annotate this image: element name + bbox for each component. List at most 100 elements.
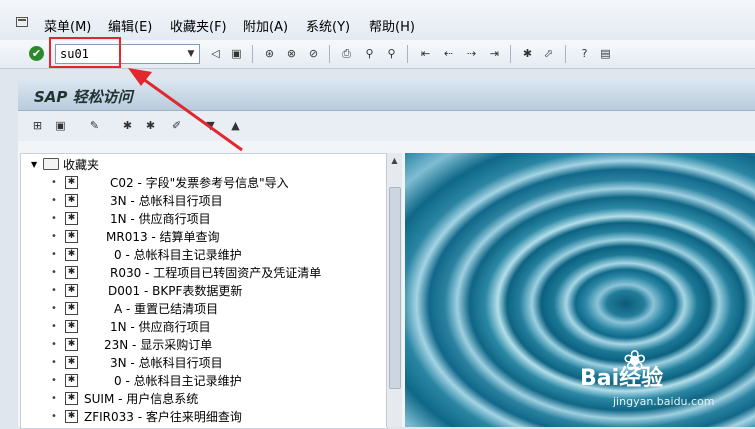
add-folder-icon[interactable]: ⊞ bbox=[30, 118, 45, 133]
bullet-icon: • bbox=[51, 374, 57, 386]
toolbar-separator bbox=[407, 45, 408, 63]
transaction-icon: ✱ bbox=[65, 337, 78, 351]
scroll-up-icon[interactable]: ▲ bbox=[387, 153, 402, 168]
list-item[interactable]: • ✱ 3N - 总帐科目行项目 bbox=[51, 353, 223, 371]
menu-item-system[interactable]: 系统(Y) bbox=[306, 16, 350, 35]
highlight-box bbox=[49, 37, 121, 68]
system-menu-icon[interactable] bbox=[16, 17, 28, 27]
favorites-tree: ▼ 收藏夹 • ✱ C02 - 字段"发票参考号信息"导入 • ✱ 3N - 总帐科目行… bbox=[20, 153, 388, 429]
menu-item-edit[interactable]: 编辑(E) bbox=[108, 16, 152, 35]
list-item-label: 1N - 供应商行项目 bbox=[110, 319, 211, 334]
toolbar-separator bbox=[252, 45, 253, 63]
bullet-icon: • bbox=[51, 230, 57, 242]
enter-check-icon[interactable]: ✔ bbox=[29, 46, 44, 61]
menu-item-help[interactable]: 帮助(H) bbox=[369, 16, 415, 35]
list-item-label: ZFIR033 - 客户往来明细查询 bbox=[84, 409, 242, 424]
menu-bar: 菜单(M) 编辑(E) 收藏夹(F) 附加(A) 系统(Y) 帮助(H) bbox=[0, 0, 755, 41]
menu-item-extras[interactable]: 附加(A) bbox=[243, 16, 288, 35]
create-icon[interactable]: ✱ bbox=[120, 118, 135, 133]
transaction-icon: ✱ bbox=[65, 175, 78, 189]
list-item-label: D001 - BKPF表数据更新 bbox=[108, 283, 243, 298]
bullet-icon: • bbox=[51, 266, 57, 278]
change-icon[interactable]: ✱ bbox=[143, 118, 158, 133]
bullet-icon: • bbox=[51, 338, 57, 350]
watermark-logo: Bai经验 bbox=[580, 366, 664, 391]
move-down-icon[interactable]: ▼ bbox=[203, 118, 218, 133]
transaction-icon: ✱ bbox=[65, 355, 78, 369]
list-item-label: 3N - 总帐科目行项目 bbox=[110, 355, 223, 370]
list-item-label: A - 重置已结清项目 bbox=[114, 301, 219, 316]
transaction-icon: ✱ bbox=[65, 409, 78, 423]
list-item[interactable]: • ✱ D001 - BKPF表数据更新 bbox=[51, 281, 242, 299]
title-band: SAP 轻松访问 bbox=[18, 80, 755, 111]
menu-item-favorites[interactable]: 收藏夹(F) bbox=[170, 16, 227, 35]
save-icon[interactable]: ▣ bbox=[229, 46, 244, 61]
list-item[interactable]: • ✱ C02 - 字段"发票参考号信息"导入 bbox=[51, 173, 289, 191]
list-item[interactable]: • ✱ R030 - 工程项目已转固资产及凭证清单 bbox=[51, 263, 321, 281]
transaction-icon: ✱ bbox=[65, 319, 78, 333]
list-item[interactable]: • ✱ 3N - 总帐科目行项目 bbox=[51, 191, 223, 209]
bullet-icon: • bbox=[51, 194, 57, 206]
bullet-icon: • bbox=[51, 392, 57, 404]
list-item[interactable]: • ✱ 23N - 显示采购订单 bbox=[51, 335, 212, 353]
list-item-label: 23N - 显示采购订单 bbox=[104, 337, 213, 352]
tree-root-label: 收藏夹 bbox=[63, 157, 100, 172]
list-item-label: 1N - 供应商行项目 bbox=[110, 211, 211, 226]
list-item-label: C02 - 字段"发票参考号信息"导入 bbox=[110, 175, 289, 190]
toolbar-separator bbox=[329, 45, 330, 63]
help-icon[interactable]: ? bbox=[577, 46, 592, 61]
scroll-thumb[interactable] bbox=[389, 187, 401, 389]
add-transaction-icon[interactable]: ▣ bbox=[53, 118, 68, 133]
move-icon[interactable]: ✎ bbox=[87, 118, 102, 133]
shortcut-icon[interactable]: ⬀ bbox=[541, 46, 556, 61]
list-item[interactable]: • ✱ 1N - 供应商行项目 bbox=[51, 317, 211, 335]
list-item[interactable]: • ✱ 0 - 总帐科目主记录维护 bbox=[51, 371, 242, 389]
bullet-icon: • bbox=[51, 356, 57, 368]
find-next-icon[interactable]: ⚲ bbox=[384, 46, 399, 61]
application-toolbar: ⊞ ▣ ✎ ✱ ✱ ✐ ▼ ▲ bbox=[18, 111, 755, 142]
bullet-icon: • bbox=[51, 212, 57, 224]
transaction-icon: ✱ bbox=[65, 265, 78, 279]
transaction-icon: ✱ bbox=[65, 301, 78, 315]
list-item[interactable]: • ✱ ZFIR033 - 客户往来明细查询 bbox=[51, 407, 242, 425]
previous-page-icon[interactable]: ⇠ bbox=[441, 46, 456, 61]
last-page-icon[interactable]: ⇥ bbox=[487, 46, 502, 61]
list-item-label: R030 - 工程项目已转固资产及凭证清单 bbox=[110, 265, 322, 280]
transaction-icon: ✱ bbox=[65, 193, 78, 207]
transaction-icon: ✱ bbox=[65, 373, 78, 387]
list-item-label: 3N - 总帐科目行项目 bbox=[110, 193, 223, 208]
transaction-icon: ✱ bbox=[65, 211, 78, 225]
tree-scrollbar[interactable]: ▲ bbox=[386, 153, 402, 427]
tree-root[interactable]: ▼ 收藏夹 bbox=[31, 155, 99, 173]
exit-icon[interactable]: ⊗ bbox=[284, 46, 299, 61]
first-page-icon[interactable]: ⇤ bbox=[418, 46, 433, 61]
toolbar-separator bbox=[510, 45, 511, 63]
transaction-icon: ✱ bbox=[65, 247, 78, 261]
back-triangle-icon[interactable]: ◁ bbox=[208, 46, 223, 61]
new-session-icon[interactable]: ✱ bbox=[520, 46, 535, 61]
find-icon[interactable]: ⚲ bbox=[362, 46, 377, 61]
list-item[interactable]: • ✱ A - 重置已结清项目 bbox=[51, 299, 218, 317]
cancel-icon[interactable]: ⊘ bbox=[306, 46, 321, 61]
print-icon[interactable]: ⎙ bbox=[339, 46, 354, 61]
list-item[interactable]: • ✱ SUIM - 用户信息系统 bbox=[51, 389, 198, 407]
back-icon[interactable]: ⊛ bbox=[262, 46, 277, 61]
bullet-icon: • bbox=[51, 302, 57, 314]
chevron-down-icon[interactable]: ▼ bbox=[183, 45, 199, 63]
menu-item-menu[interactable]: 菜单(M) bbox=[44, 16, 91, 35]
bullet-icon: • bbox=[51, 410, 57, 422]
expand-icon[interactable]: ▼ bbox=[31, 160, 43, 169]
bullet-icon: • bbox=[51, 284, 57, 296]
layout-icon[interactable]: ▤ bbox=[598, 46, 613, 61]
list-item[interactable]: • ✱ MR013 - 结算单查询 bbox=[51, 227, 220, 245]
list-item[interactable]: • ✱ 0 - 总帐科目主记录维护 bbox=[51, 245, 242, 263]
next-page-icon[interactable]: ⇢ bbox=[464, 46, 479, 61]
list-item-label: MR013 - 结算单查询 bbox=[106, 229, 220, 244]
bullet-icon: • bbox=[51, 320, 57, 332]
edit-pencil-icon[interactable]: ✐ bbox=[169, 118, 184, 133]
list-item[interactable]: • ✱ 1N - 供应商行项目 bbox=[51, 209, 211, 227]
list-item-label: 0 - 总帐科目主记录维护 bbox=[114, 373, 242, 388]
toolbar-separator bbox=[565, 45, 566, 63]
move-up-icon[interactable]: ▲ bbox=[228, 118, 243, 133]
list-item-label: SUIM - 用户信息系统 bbox=[84, 391, 199, 406]
